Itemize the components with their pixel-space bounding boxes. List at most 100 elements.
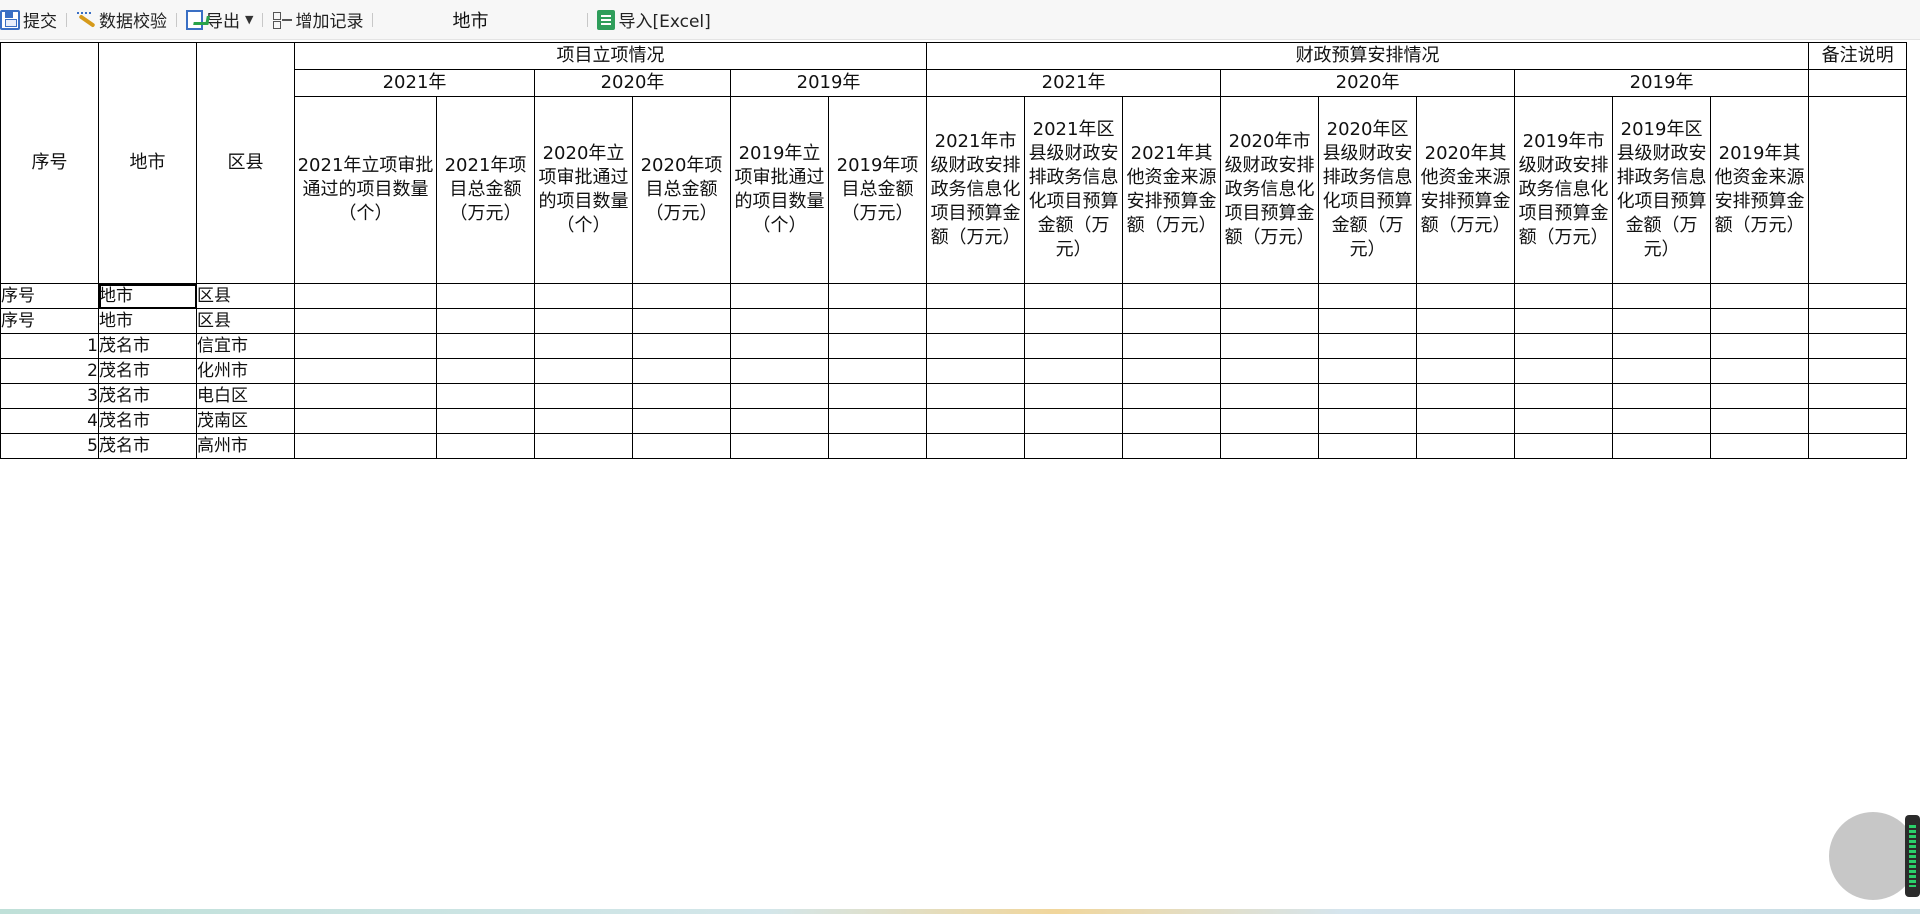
cell-value[interactable] [1318,333,1418,359]
header-remarks-sub[interactable] [1808,69,1908,97]
cell-value[interactable] [294,358,437,384]
cell-value[interactable] [926,408,1026,434]
cell-value[interactable] [1024,358,1124,384]
col-2021-county-budget[interactable]: 2021年区县级财政安排政务信息化项目预算金额（万元） [1024,96,1124,284]
cell-value[interactable] [1024,383,1124,409]
cell-value[interactable] [1122,333,1222,359]
cell-value[interactable] [1220,433,1320,459]
cell-value[interactable] [534,383,633,409]
cell-value[interactable] [1710,383,1810,409]
side-level-widget[interactable] [1905,815,1920,897]
cell-serial[interactable]: 序号 [0,283,99,309]
cell-value[interactable] [827,433,928,459]
header-project-year-2019[interactable]: 2019年 [729,69,928,97]
cell-value[interactable] [1318,383,1418,409]
cell-value[interactable] [1514,383,1614,409]
header-project-year-2021[interactable]: 2021年 [294,69,535,97]
cell-value[interactable] [730,358,829,384]
cell-value[interactable] [1318,408,1418,434]
cell-value[interactable] [632,408,731,434]
cell-value[interactable] [1024,333,1124,359]
cell-value[interactable] [1808,358,1908,384]
cell-city[interactable]: 茂名市 [98,383,197,409]
col-2021-city-budget[interactable]: 2021年市级财政安排政务信息化项目预算金额（万元） [926,96,1026,284]
cell-value[interactable] [1122,283,1222,309]
col-2019-project-amount[interactable]: 2019年项目总金额（万元） [827,96,928,284]
cell-value[interactable] [436,308,535,334]
cell-value[interactable] [632,433,731,459]
cell-value[interactable] [534,408,633,434]
cell-value[interactable] [1416,333,1516,359]
cell-value[interactable] [632,333,731,359]
header-remarks[interactable]: 备注说明 [1808,42,1908,70]
cell-value[interactable] [1710,308,1810,334]
cell-value[interactable] [730,408,829,434]
cell-city[interactable]: 茂名市 [98,433,197,459]
cell-value[interactable] [1416,383,1516,409]
cell-serial[interactable]: 3 [0,383,99,409]
cell-value[interactable] [534,283,633,309]
cell-value[interactable] [1416,408,1516,434]
cell-value[interactable] [1122,433,1222,459]
cell-value[interactable] [1318,433,1418,459]
cell-value[interactable] [1416,283,1516,309]
cell-value[interactable] [1024,308,1124,334]
cell-value[interactable] [1416,358,1516,384]
cell-city[interactable]: 茂名市 [98,408,197,434]
cell-county[interactable]: 区县 [196,308,295,334]
cell-value[interactable] [632,308,731,334]
cell-value[interactable] [1808,283,1908,309]
cell-value[interactable] [436,408,535,434]
cell-value[interactable] [730,383,829,409]
cell-value[interactable] [1612,333,1712,359]
cell-value[interactable] [1514,308,1614,334]
cell-value[interactable] [534,358,633,384]
cell-value[interactable] [436,283,535,309]
cell-value[interactable] [632,283,731,309]
cell-value[interactable] [926,383,1026,409]
cell-value[interactable] [926,308,1026,334]
col-2021-project-count[interactable]: 2021年立项审批通过的项目数量（个） [294,96,437,284]
cell-county[interactable]: 信宜市 [196,333,295,359]
cell-value[interactable] [827,333,928,359]
cell-value[interactable] [1416,433,1516,459]
col-2019-county-budget[interactable]: 2019年区县级财政安排政务信息化项目预算金额（万元） [1612,96,1712,284]
header-serial[interactable]: 序号 [0,42,99,284]
cell-value[interactable] [1122,408,1222,434]
header-project-year-2020[interactable]: 2020年 [534,69,731,97]
header-budget-year-2019[interactable]: 2019年 [1514,69,1810,97]
cell-county[interactable]: 区县 [196,283,295,309]
col-2020-project-amount[interactable]: 2020年项目总金额（万元） [632,96,731,284]
cell-value[interactable] [926,283,1026,309]
cell-value[interactable] [1808,433,1908,459]
cell-value[interactable] [1514,433,1614,459]
cell-value[interactable] [1808,383,1908,409]
cell-value[interactable] [1514,408,1614,434]
cell-value[interactable] [1220,308,1320,334]
cell-value[interactable] [294,383,437,409]
col-2020-city-budget[interactable]: 2020年市级财政安排政务信息化项目预算金额（万元） [1220,96,1320,284]
cell-value[interactable] [730,333,829,359]
cell-value[interactable] [730,433,829,459]
cell-serial[interactable]: 序号 [0,308,99,334]
cell-value[interactable] [632,358,731,384]
validate-button[interactable]: 数据校验 [76,0,167,40]
cell-county[interactable]: 化州市 [196,358,295,384]
cell-value[interactable] [1808,308,1908,334]
cell-value[interactable] [926,433,1026,459]
header-budget-arrangement[interactable]: 财政预算安排情况 [926,42,1810,70]
col-2020-project-count[interactable]: 2020年立项审批通过的项目数量（个） [534,96,633,284]
cell-value[interactable] [1514,333,1614,359]
cell-value[interactable] [1808,408,1908,434]
col-2020-other-budget[interactable]: 2020年其他资金来源安排预算金额（万元） [1416,96,1516,284]
col-2019-project-count[interactable]: 2019年立项审批通过的项目数量（个） [730,96,829,284]
cell-value[interactable] [1220,333,1320,359]
cell-value[interactable] [1612,358,1712,384]
cell-value[interactable] [1220,408,1320,434]
col-2019-other-budget[interactable]: 2019年其他资金来源安排预算金额（万元） [1710,96,1810,284]
cell-value[interactable] [1318,283,1418,309]
cell-value[interactable] [1710,433,1810,459]
cell-value[interactable] [827,283,928,309]
cell-value[interactable] [294,308,437,334]
cell-value[interactable] [1710,408,1810,434]
